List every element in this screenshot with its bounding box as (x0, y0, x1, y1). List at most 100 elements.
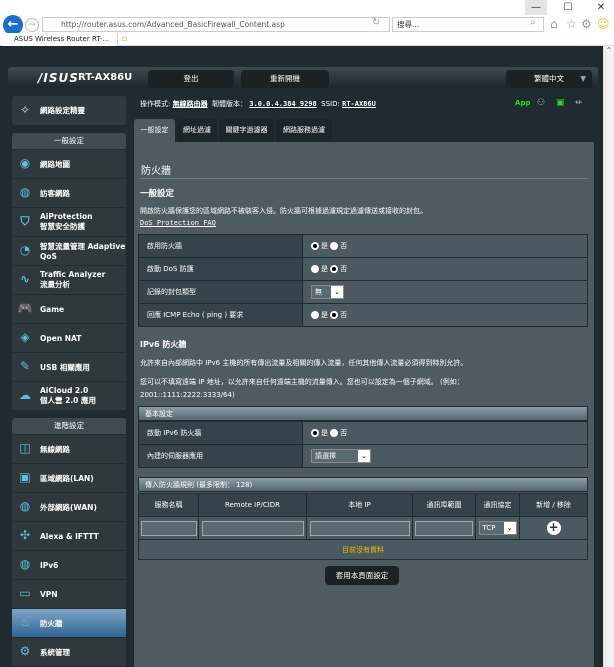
dos-faq-link[interactable]: DoS Protection FAQ (140, 219, 216, 227)
sidebar-item[interactable]: ✎ USB 相關應用 (12, 352, 126, 381)
firmware-link[interactable]: 3.0.0.4.384_9298 (249, 100, 316, 108)
sidebar-item[interactable]: 🎮 Game (12, 294, 126, 323)
model-name: RT-AX86U (78, 72, 133, 83)
add-rule-button[interactable]: + (546, 521, 561, 535)
tab-general[interactable]: 一般設定 (134, 119, 175, 142)
no-label: 否 (340, 311, 348, 319)
protocol-value: TCP (482, 524, 496, 532)
settings-gear-icon[interactable]: ⚙ (581, 17, 592, 31)
menu-icon: ⛉ (20, 214, 30, 228)
menu-icon: ◈ (20, 330, 30, 344)
sidebar-item-label: IPv6 (40, 560, 59, 570)
no-label: 否 (340, 429, 348, 437)
sidebar-item[interactable]: ◔ 智慧流量管理 Adaptive QoS (12, 236, 126, 265)
sidebar-item[interactable]: ◉ 網路地圖 (12, 149, 126, 178)
sidebar-item[interactable]: ⚙ 系統管理 (12, 637, 126, 666)
sidebar-item-label: 區域網路(LAN) (40, 473, 94, 483)
sidebar-item[interactable]: ▭ VPN (12, 579, 126, 608)
sidebar-item[interactable]: ☁ AiCloud 2.0 個人雲 2.0 應用 (12, 381, 126, 410)
clients-icon[interactable]: ⚇ (537, 98, 545, 108)
sidebar-item[interactable]: ♨ 防火牆 (12, 608, 126, 637)
server-app-select[interactable]: 請選擇 ⌄ (311, 449, 371, 463)
yes-label: 是 (321, 242, 328, 250)
mode-label: 操作模式: (140, 100, 171, 108)
service-name-input[interactable] (140, 520, 197, 536)
sidebar-item[interactable]: ∿ Traffic Analyzer 流量分析 (12, 265, 126, 294)
sidebar-item[interactable]: ⛉ AiProtection 智慧安全防護 (12, 207, 126, 236)
menu-icon: ♨ (19, 615, 31, 629)
quick-setup-button[interactable]: ✧ 網路設定精靈 (12, 96, 126, 125)
local-ip-input[interactable] (309, 520, 410, 536)
sidebar-item-label: Game (40, 304, 65, 314)
menu-icon: ▣ (19, 470, 31, 484)
server-app-value: 請選擇 (315, 452, 336, 460)
menu-icon: ▭ (19, 586, 31, 600)
search-icon[interactable]: ⌕ (530, 17, 536, 28)
close-button[interactable]: ✕ (590, 0, 612, 15)
sidebar-item[interactable]: ▣ 區域網路(LAN) (12, 463, 126, 492)
forward-button[interactable]: → (25, 18, 39, 32)
menu-icon: ◍ (19, 557, 31, 571)
new-tab-button[interactable]: ▫ (122, 34, 127, 43)
sidebar-item-label: Alexa & IFTTT (40, 531, 99, 541)
dos-yes[interactable] (311, 265, 319, 273)
search-input[interactable]: 搜尋... (392, 17, 544, 32)
general-menu-title: 一般設定 (12, 133, 126, 149)
yes-label: 是 (321, 429, 328, 437)
remote-ip-input[interactable] (201, 520, 304, 536)
general-menu: 一般設定 ◉ 網路地圖 ◍ 訪客網路 ⛉ AiProtection 智慧安全防護 ◔ 智慧流量管… (12, 133, 126, 410)
icmp-yes[interactable] (311, 311, 319, 319)
dos-no[interactable] (330, 265, 339, 273)
enable-firewall-yes[interactable] (311, 242, 319, 250)
empty-message: 目前沒有資料 (138, 539, 588, 560)
log-type-value: 無 (315, 288, 322, 296)
menu-icon: ◍ (19, 499, 31, 513)
icmp-no[interactable] (330, 311, 339, 319)
menu-icon: ∿ (19, 272, 31, 286)
general-description: 開啟防火牆保護您的區域網路不被駭客入侵。防火牆可根據過濾規定過濾傳送或接收的封包… (140, 207, 427, 215)
ipv6-no[interactable] (330, 429, 339, 437)
ipv6-yes[interactable] (311, 429, 319, 437)
address-bar[interactable]: http://router.asus.com/Advanced_BasicFir… (42, 17, 390, 32)
logout-button[interactable]: 登出 (148, 70, 234, 88)
sidebar-item[interactable]: ◍ 訪客網路 (12, 178, 126, 207)
tab-title: ASUS Wireless Router RT-... (14, 35, 110, 43)
tab-keyword-filter[interactable]: 關鍵字過濾器 (219, 119, 274, 142)
scrollbar[interactable]: ⌃ (603, 46, 614, 667)
browser-tab[interactable]: ASUS Wireless Router RT-... × (2, 33, 118, 56)
feedback-smiley-icon[interactable]: ☺ (597, 17, 610, 31)
favorites-icon[interactable]: ☆ (566, 17, 577, 31)
apply-button[interactable]: 套用本頁面設定 (325, 566, 399, 585)
sidebar-item[interactable]: ◍ IPv6 (12, 550, 126, 579)
sidebar-item[interactable]: ✣ Alexa & IFTTT (12, 521, 126, 550)
tab-url-filter[interactable]: 網址過濾 (177, 119, 217, 142)
port-range-input[interactable] (415, 520, 473, 536)
network-status-icon[interactable]: ▣ (556, 98, 565, 108)
app-link[interactable]: App (515, 99, 530, 107)
no-label: 否 (340, 265, 348, 273)
ipv6-firewall-label: 啟動 IPv6 防火牆 (138, 421, 303, 445)
enable-firewall-no[interactable] (330, 242, 339, 250)
column-header: 服務名稱 (138, 493, 199, 517)
ssid-link[interactable]: RT-AX86U (342, 100, 376, 108)
usb-icon[interactable]: ⇷ (575, 98, 583, 108)
log-type-select[interactable]: 無 ⌄ (311, 285, 344, 299)
tab-service-filter[interactable]: 網路服務過濾 (276, 119, 332, 142)
protocol-select[interactable]: TCP ⌄ (478, 521, 517, 535)
sidebar-item[interactable]: ◍ 外部網路(WAN) (12, 492, 126, 521)
sidebar-item[interactable]: ◫ 無線網路 (12, 434, 126, 463)
general-settings-table: 啟用防火牆是 否 啟動 DoS 防護是 否 記錄的封包類型無 ⌄ 回應 ICMP … (138, 234, 588, 327)
back-button[interactable]: ← (3, 15, 23, 35)
menu-icon: ⚙ (19, 644, 31, 658)
table-row: 目前沒有資料 (138, 539, 588, 560)
mode-link[interactable]: 無線路由器 (173, 100, 208, 108)
chevron-down-icon: ▼ (580, 74, 586, 83)
yes-label: 是 (321, 311, 328, 319)
minimize-button[interactable]: — (525, 0, 547, 15)
refresh-icon[interactable]: ↻ (372, 17, 380, 28)
maximize-button[interactable]: ☐ (557, 0, 579, 15)
sidebar-item[interactable]: ◈ Open NAT (12, 323, 126, 352)
language-select[interactable]: 繁體中文 ▼ (506, 70, 592, 88)
reboot-button[interactable]: 重新開機 (241, 70, 329, 88)
home-icon[interactable]: ⌂ (550, 17, 558, 31)
